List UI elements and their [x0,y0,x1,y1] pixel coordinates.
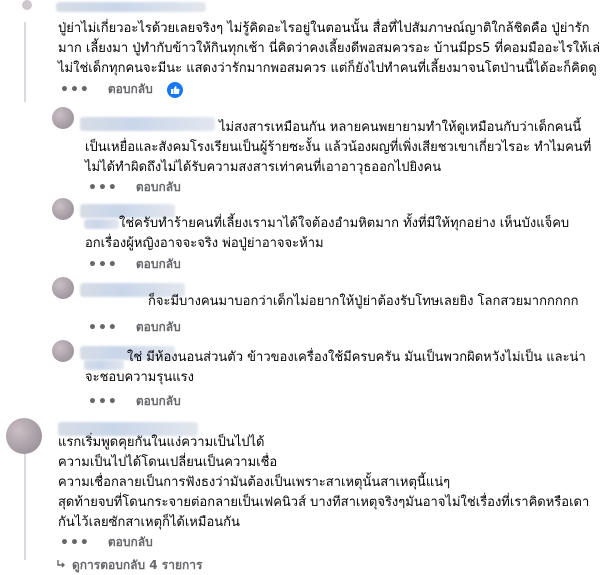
comment-actions: ••• ตอบกลับ [88,255,181,274]
comment-text: ใช่ มีห้องนอนส่วนตัว ข้าวของเครื่องใช้มี… [85,350,586,385]
avatar[interactable] [22,0,32,10]
comment-actions: ••• ตอบกลับ [88,392,181,411]
comment-actions: ••• ตอบกลับ [88,318,181,337]
view-replies-link[interactable]: ดูการตอบกลับ 4 รายการ [56,556,202,575]
comment-text: ก็จะมีบางคนมาบอกว่าเด็กไม่อยากให้ปู่ย่าต… [148,294,579,309]
comment-actions: ••• ตอบกลับ [60,533,153,552]
more-dots-icon[interactable]: ••• [60,535,90,551]
more-dots-icon[interactable]: ••• [88,320,118,336]
reply-button[interactable]: ตอบกลับ [108,533,153,552]
comment-text: ใช่ครับทำร้ายคนที่เลี้ยงเรามาได้ใจต้องอำ… [85,216,570,251]
reply-button[interactable]: ตอบกลับ [136,178,181,197]
comment-actions: ••• ตอบกลับ [88,178,181,197]
avatar[interactable] [6,418,42,454]
more-dots-icon[interactable]: ••• [88,180,118,196]
more-dots-icon[interactable]: ••• [88,394,118,410]
view-replies-label: ดูการตอบกลับ 4 รายการ [72,558,203,572]
reply-button[interactable]: ตอบกลับ [136,255,181,274]
avatar[interactable] [52,198,74,220]
reply-arrow-icon [56,559,66,572]
reply-button[interactable]: ตอบกลับ [108,80,153,99]
thread-line [24,440,26,560]
reply-button[interactable]: ตอบกลับ [136,392,181,411]
comment-text: ไม่สงสารเหมือนกัน หลายคนพยายามทำให้ดูเหม… [85,120,592,175]
comment-text: ปู่ย่าไม่เกี่ยวอะไรด้วยเลยจริงๆ ไม่รู้คิ… [58,21,600,76]
avatar[interactable] [52,277,74,299]
thumbs-up-icon[interactable] [166,81,183,98]
avatar[interactable] [52,107,74,129]
thread-line [24,22,26,102]
comment-thread: ปู่ย่าไม่เกี่ยวอะไรด้วยเลยจริงๆ ไม่รู้คิ… [0,0,600,574]
comment-actions: ••• ตอบกลับ [60,80,183,99]
more-dots-icon[interactable]: ••• [88,257,118,273]
comment-text: แรกเริ่มพูดคุยกันในแง่ความเป็นไปได้ ความ… [58,435,590,530]
reply-button[interactable]: ตอบกลับ [136,318,181,337]
avatar[interactable] [52,340,74,362]
more-dots-icon[interactable]: ••• [60,82,90,98]
commenter-name[interactable] [56,2,206,12]
